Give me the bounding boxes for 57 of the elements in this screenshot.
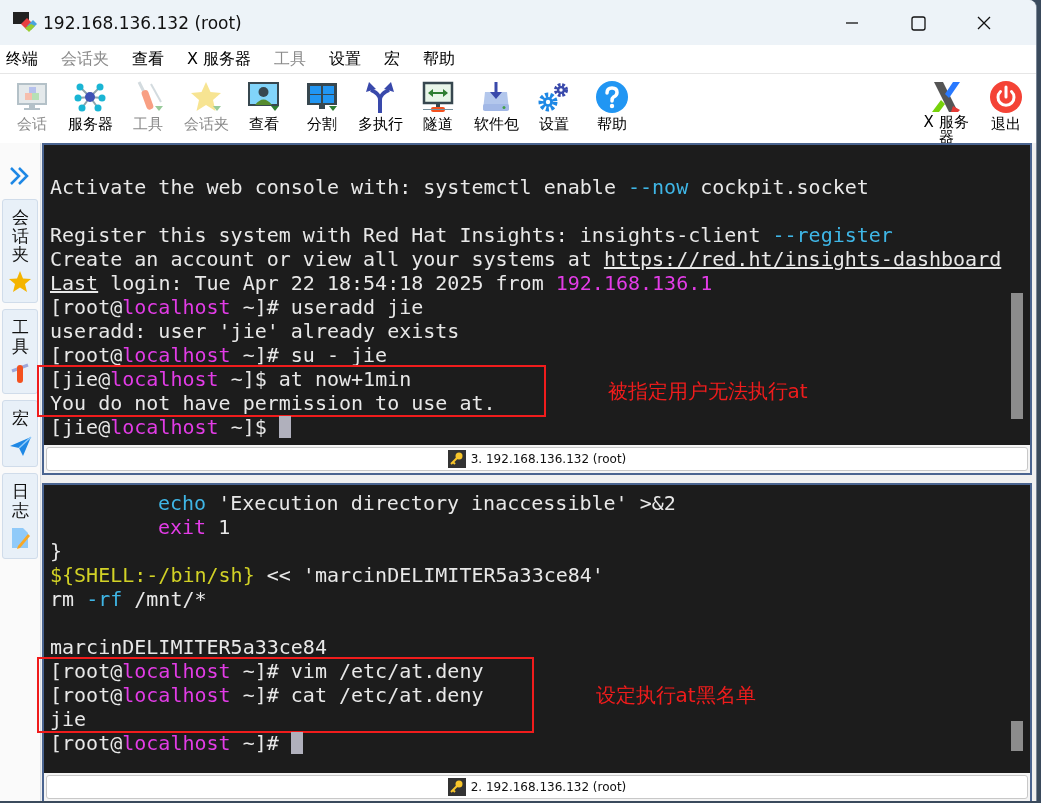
sidebar-tab[interactable]: 工具 [2,309,38,395]
gears-icon [537,80,571,114]
star-icon [8,270,32,295]
key-icon [447,778,466,796]
app-icon [13,11,37,34]
toolbar-button[interactable]: 隧道 [409,74,467,134]
toolbar-button[interactable]: 服务器 [61,74,119,134]
toolbar-button[interactable]: 退出 [976,74,1036,134]
terminal-line: [root@localhost ~]# su - jie [50,343,388,367]
terminal-line: exit 1 [158,515,231,539]
menu-item[interactable]: 宏 [384,48,401,70]
terminal-line: [root@localhost ~]# cat /etc/at.deny [50,683,484,707]
arrows-monitor-icon [421,80,455,114]
terminal-line: [root@localhost ~]# vim /etc/at.deny [50,659,484,683]
terminal-line: Register this system with Red Hat Insights: insights-client --register [50,223,893,247]
terminal-line: marcinDELIMITER5a33ce84 [50,635,327,659]
scrollbar[interactable] [1011,721,1023,751]
menu-item[interactable]: 帮助 [423,48,456,70]
terminal-line: Last login: Tue Apr 22 18:54:18 2025 from 192.168.136.1 [50,271,713,295]
key-icon [447,450,466,468]
terminal-line: } [50,539,63,563]
terminal-line: jie [50,707,87,731]
terminal-line: echo 'Execution directory inaccessible' >&2 [158,491,676,515]
window-title: 192.168.136.132 (root) [43,12,243,33]
terminal-line: Activate the web console with: systemctl enable --now cockpit.socket [50,175,869,199]
terminal-line: [jie@localhost ~]$ at now+1min [50,367,412,391]
terminal-line: You do not have permission to use at. [50,391,496,415]
terminal-line: useradd: user 'jie' already exists [50,319,460,343]
terminal-line: Create an account or view all your systems at https://red.ht/insights-dashboard [50,247,1002,271]
toolbar-button[interactable]: 帮助 [583,74,641,134]
sidebar-tab[interactable]: 宏 [2,400,38,468]
menu-item[interactable]: 查看 [132,48,164,70]
annotation-note: 设定执行at黑名单 [595,683,756,707]
toolbar-button[interactable]: 设置 [525,74,583,134]
help-icon [595,80,629,114]
power-icon [989,80,1023,114]
status-text: 3. 192.168.136.132 (root) [470,452,627,466]
toolbar-button[interactable]: 查看 [235,74,293,134]
annotation-note: 被指定用户无法执行at [607,379,808,403]
sidebar-tab[interactable]: 日志 [2,473,38,559]
toolbar-button[interactable]: 分割 [293,74,351,134]
toolbar-button[interactable]: 软件包 [467,74,525,134]
x-icon [929,80,963,114]
menu-item[interactable]: 设置 [329,48,362,70]
terminal-line: rm -rf /mnt/* [50,587,207,611]
status-text: 2. 192.168.136.132 (root) [470,780,627,794]
menu-item[interactable]: X 服务器 [187,48,252,70]
terminal-line: ${SHELL:-/bin/sh} << 'marcinDELIMITER5a33ce84' [50,563,604,587]
terminal-line: [root@localhost ~]# [50,731,279,755]
terminal-line: [jie@localhost ~]$ [50,415,267,439]
terminal-line: [root@localhost ~]# useradd jie [50,295,424,319]
scrollbar[interactable] [1011,293,1023,419]
fork-arrow-icon [363,80,397,114]
sidebar-tab[interactable]: 会话夹 [2,199,38,304]
toolbar-button[interactable]: X 服务器 [916,74,976,145]
menu-item[interactable]: 终端 [6,48,38,70]
toolbar-button[interactable]: 多执行 [351,74,409,134]
